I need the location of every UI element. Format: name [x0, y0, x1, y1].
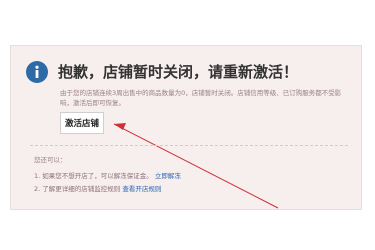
notice-title: 抱歉，店铺暂时关闭，请重新激活！ [58, 63, 299, 81]
alternative-text: 2. 了解更详细的店铺监控规则 [34, 185, 121, 193]
notice-description: 由于您的店铺连续3周出售中的商品数量为0，店铺暂时关闭。店铺信用等级、已订购服务… [60, 89, 342, 107]
alternative-item: 1. 如果您不想开店了，可以解冻保证金。 立即解冻 [34, 170, 181, 180]
unfreeze-link[interactable]: 立即解冻 [155, 172, 181, 180]
activate-shop-button[interactable]: 激活店铺 [60, 112, 104, 134]
info-icon [26, 61, 48, 83]
shop-rules-link[interactable]: 查看开店规则 [122, 185, 161, 193]
alternative-item: 2. 了解更详细的店铺监控规则 查看开店规则 [34, 183, 161, 193]
alternative-text: 1. 如果您不想开店了，可以解冻保证金。 [34, 172, 153, 180]
alternatives-heading: 您还可以： [34, 156, 67, 164]
divider [30, 145, 348, 146]
